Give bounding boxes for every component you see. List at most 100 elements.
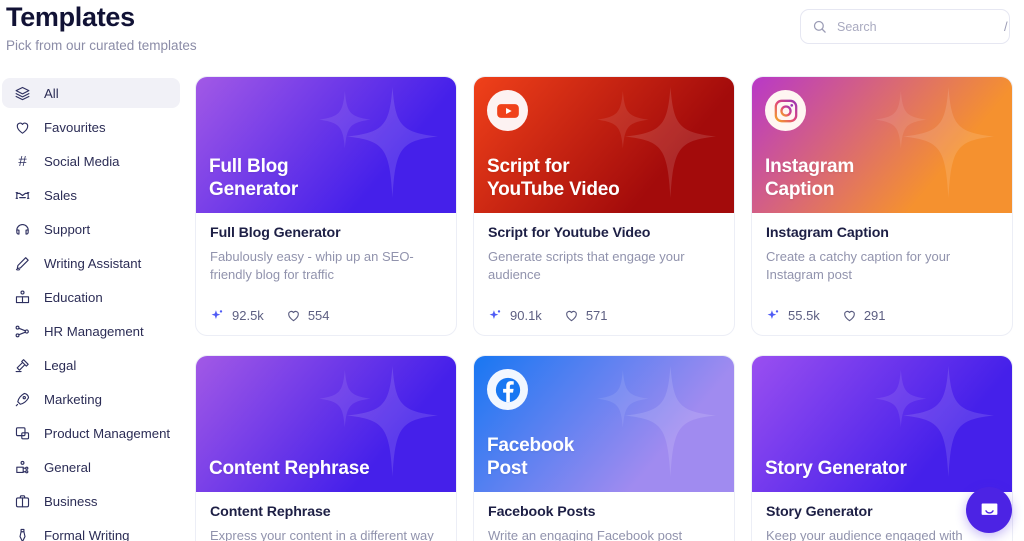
brand-badge xyxy=(487,369,528,410)
template-card-banner: Content Rephrase xyxy=(196,356,456,492)
template-banner-title: Content Rephrase xyxy=(209,457,370,479)
instagram-icon xyxy=(774,99,797,122)
like-stat[interactable]: 571 xyxy=(564,308,608,323)
sidebar-item-label: General xyxy=(44,459,91,475)
sidebar-item-label: Marketing xyxy=(44,391,102,407)
page-title: Templates xyxy=(6,2,135,32)
search-box[interactable]: / xyxy=(800,9,1010,44)
org-chart-icon xyxy=(14,323,31,340)
template-card-body: Full Blog Generator Fabulously easy - whi… xyxy=(196,213,456,295)
template-title: Full Blog Generator xyxy=(210,225,341,241)
graduation-book-icon xyxy=(14,289,31,306)
sidebar-item-writing-assistant[interactable]: Writing Assistant xyxy=(2,248,180,278)
template-card[interactable]: Full Blog Generator Full Blog Generator Fa… xyxy=(195,76,457,336)
sidebar-item-support[interactable]: Support xyxy=(2,214,180,244)
sidebar-item-education[interactable]: Education xyxy=(2,282,180,312)
sidebar-item-sales[interactable]: Sales xyxy=(2,180,180,210)
like-stat[interactable]: 554 xyxy=(286,308,330,323)
briefcase-icon xyxy=(14,493,31,510)
template-banner-title: Facebook Post xyxy=(487,435,575,479)
brand-badge xyxy=(765,90,806,131)
heart-icon xyxy=(14,119,31,136)
template-title: Content Rephrase xyxy=(210,504,331,520)
search-shortcut-hint: / xyxy=(1004,19,1008,34)
like-count: 554 xyxy=(307,307,330,323)
usage-count: 92.5k xyxy=(232,307,264,323)
template-card-stats: 55.5k 291 xyxy=(752,295,1012,335)
search-input[interactable] xyxy=(837,19,998,34)
category-sidebar[interactable]: All Favourites # Social Media Sales Support Wr… xyxy=(0,70,182,541)
sidebar-item-label: Legal xyxy=(44,357,77,373)
like-stat[interactable]: 291 xyxy=(842,308,886,323)
sidebar-item-formal-writing[interactable]: Formal Writing xyxy=(2,520,180,541)
template-description: Fabulously easy - whip up an SEO-friendl… xyxy=(210,249,414,283)
sidebar-item-legal[interactable]: Legal xyxy=(2,350,180,380)
tie-icon xyxy=(14,527,31,541)
usage-count: 55.5k xyxy=(788,307,820,323)
sidebar-item-favourites[interactable]: Favourites xyxy=(2,112,180,142)
template-title: Instagram Caption xyxy=(766,225,889,241)
usage-stat: 92.5k xyxy=(210,308,264,323)
sidebar-item-label: Product Management xyxy=(44,425,171,441)
sparkle-icon xyxy=(767,309,779,319)
template-description: Write an engaging Facebook post xyxy=(488,528,683,541)
sidebar-item-all[interactable]: All xyxy=(2,78,180,108)
sidebar-item-business[interactable]: Business xyxy=(2,486,180,516)
pencil-icon xyxy=(14,255,31,272)
template-card[interactable]: Script for YouTube Video Script for Youtu… xyxy=(473,76,735,336)
hash-icon: # xyxy=(18,152,27,170)
heart-icon[interactable] xyxy=(286,308,301,323)
sidebar-item-label: Business xyxy=(44,493,98,509)
template-banner-title: Full Blog Generator xyxy=(209,156,299,200)
template-title: Story Generator xyxy=(766,504,873,520)
template-card-banner: Story Generator xyxy=(752,356,1012,492)
sidebar-item-label: Education xyxy=(44,289,103,305)
template-description: Create a catchy caption for your Instagr… xyxy=(766,249,951,283)
sparkle-icon xyxy=(211,309,223,319)
template-title: Facebook Posts xyxy=(488,504,596,520)
usage-count: 90.1k xyxy=(510,307,542,323)
page-subtitle: Pick from our curated templates xyxy=(6,38,197,53)
sidebar-item-label: HR Management xyxy=(44,323,144,339)
template-grid: Full Blog Generator Full Blog Generator Fa… xyxy=(195,76,1024,541)
sidebar-item-label: All xyxy=(44,85,59,101)
search-icon xyxy=(813,20,826,33)
sidebar-item-marketing[interactable]: Marketing xyxy=(2,384,180,414)
chat-bubble-icon xyxy=(981,503,997,515)
template-card-banner: Facebook Post xyxy=(474,356,734,492)
sparkle-icon xyxy=(489,309,501,319)
heart-icon[interactable] xyxy=(842,308,857,323)
template-card[interactable]: Instagram Caption Instagram Caption Create… xyxy=(751,76,1013,336)
sidebar-item-product-management[interactable]: Product Management xyxy=(2,418,180,448)
handshake-icon xyxy=(14,187,31,204)
heart-icon[interactable] xyxy=(564,308,579,323)
youtube-icon xyxy=(496,103,519,118)
template-description: Express your content in a different way xyxy=(210,528,434,541)
gavel-icon xyxy=(14,357,31,374)
template-banner-title: Story Generator xyxy=(765,457,907,479)
person-board-icon xyxy=(14,459,31,476)
usage-stat: 55.5k xyxy=(766,308,820,323)
template-title: Script for Youtube Video xyxy=(488,225,651,241)
template-card-banner: Instagram Caption xyxy=(752,77,1012,213)
chat-widget-button[interactable] xyxy=(966,487,1012,533)
like-count: 571 xyxy=(585,307,608,323)
template-card-stats: 90.1k 571 xyxy=(474,295,734,335)
template-card[interactable]: Facebook Post Facebook Posts Write an enga… xyxy=(473,355,735,541)
sidebar-item-general[interactable]: General xyxy=(2,452,180,482)
template-card-body: Facebook Posts Write an engaging Facebook… xyxy=(474,492,734,541)
layers-icon xyxy=(14,85,31,102)
page-header: Templates Pick from our curated template… xyxy=(0,0,1024,62)
template-card-banner: Script for YouTube Video xyxy=(474,77,734,213)
sidebar-item-label: Formal Writing xyxy=(44,527,130,541)
usage-stat: 90.1k xyxy=(488,308,542,323)
sidebar-item-social-media[interactable]: # Social Media xyxy=(2,146,180,176)
templates-page: Templates Pick from our curated template… xyxy=(0,0,1024,541)
sidebar-item-hr-management[interactable]: HR Management xyxy=(2,316,180,346)
template-card-body: Content Rephrase Express your content in … xyxy=(196,492,456,541)
template-card[interactable]: Content Rephrase Content Rephrase Express … xyxy=(195,355,457,541)
sidebar-item-label: Support xyxy=(44,221,91,237)
sidebar-item-label: Favourites xyxy=(44,119,106,135)
facebook-icon xyxy=(495,377,520,402)
window-stack-icon xyxy=(14,425,31,442)
